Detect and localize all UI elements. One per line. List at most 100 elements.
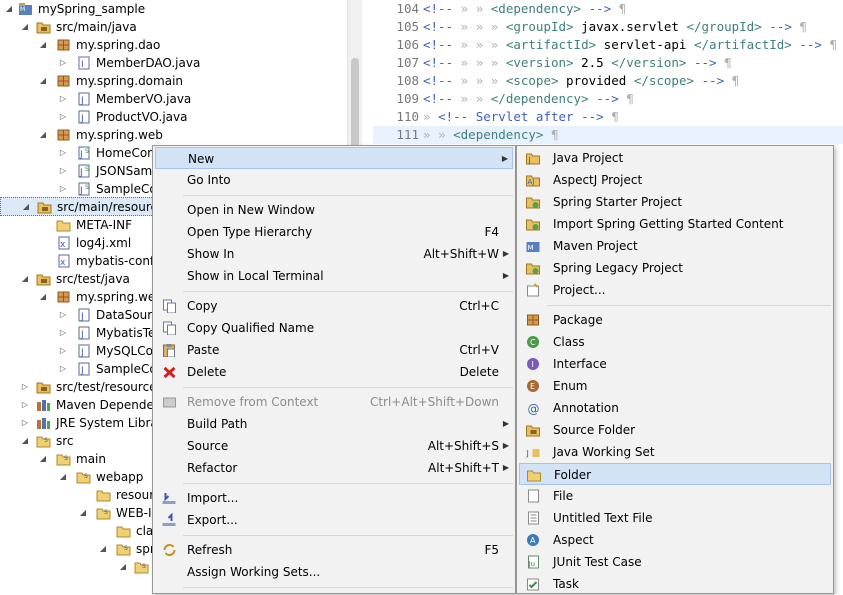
chevron-right-icon[interactable]: ▷ [58,90,68,108]
svg-text:J: J [528,156,531,165]
chevron-down-icon[interactable]: ◢ [21,198,31,216]
tree-item-src-main-java[interactable]: ◢ src/main/java [0,18,362,36]
new-folder[interactable]: Folder [519,463,831,485]
new-class[interactable]: C Class [519,331,831,353]
new-junit-test-case[interactable]: Ju JUnit Test Case [519,551,831,573]
tree-item-package[interactable]: ◢ my.spring.dao [0,36,362,54]
menu-item-show-in[interactable]: Show In Alt+Shift+W ▶ [155,243,513,265]
new-spring-legacy-project[interactable]: Spring Legacy Project [519,257,831,279]
chevron-right-icon[interactable]: ▷ [58,324,68,342]
code-text: <!-- » » » <groupId> javax.servlet </gro… [423,18,807,36]
menu-item-open-in-new-window[interactable]: Open in New Window [155,199,513,221]
menu-item-refresh[interactable]: Refresh F5 [155,539,513,561]
submenu-arrow-icon: ▶ [502,249,509,258]
chevron-down-icon[interactable]: ◢ [4,0,14,18]
chevron-down-icon[interactable]: ◢ [38,72,48,90]
chevron-down-icon[interactable]: ◢ [20,18,30,36]
tree-item-package[interactable]: ◢ my.spring.web [0,126,362,144]
editor-line[interactable]: 105 <!-- » » » <groupId> javax.servlet </… [373,18,843,36]
chevron-down-icon[interactable]: ◢ [20,270,30,288]
editor-line[interactable]: 109 <!-- » » </dependency> --> ¶ [373,90,843,108]
chevron-down-icon[interactable]: ◢ [38,450,48,468]
new-java-working-set[interactable]: J Java Working Set [519,441,831,463]
new-import-spring-getting-started-content[interactable]: Import Spring Getting Started Content [519,213,831,235]
editor-line[interactable]: 107 <!-- » » » <version> 2.5 </version> -… [373,54,843,72]
chevron-right-icon[interactable]: ▷ [58,144,68,162]
chevron-right-icon[interactable]: ▷ [58,108,68,126]
menu-item-copy[interactable]: Copy Ctrl+C [155,295,513,317]
new-submenu: J Java Project AJ AspectJ Project Spring Sta… [516,145,834,594]
editor-line[interactable]: 104 <!-- » » <dependency> --> ¶ [373,0,843,18]
svg-text:Ju: Ju [528,560,536,568]
tree-item-file[interactable]: ▷ I MemberDAO.java [0,54,362,72]
menu-item-assign-working-sets[interactable]: Assign Working Sets... [155,561,513,583]
svg-text:S: S [104,509,108,516]
new-aspectj-project[interactable]: AJ AspectJ Project [519,169,831,191]
menu-item-refactor[interactable]: Refactor Alt+Shift+T ▶ [155,457,513,479]
code-token: servlet-api [603,37,687,52]
new-task[interactable]: Task [519,573,831,595]
code-text: <!-- » » » <artifactId> servlet-api </ar… [423,36,837,54]
chevron-down-icon[interactable]: ◢ [38,126,48,144]
chevron-down-icon[interactable]: ◢ [20,432,30,450]
editor-line[interactable]: 111 » » <dependency> ¶ [373,126,843,144]
menu-item-build-path[interactable]: Build Path ▶ [155,413,513,435]
tree-item-package[interactable]: ◢ my.spring.domain [0,72,362,90]
new-aspect[interactable]: A Aspect [519,529,831,551]
menu-item-show-in-local-terminal[interactable]: Show in Local Terminal ▶ [155,265,513,287]
menu-item-new[interactable]: New ▶ [155,147,513,169]
editor-line[interactable]: 110 » <!-- Servlet after --> ¶ [373,108,843,126]
new-spring-starter-project[interactable]: Spring Starter Project [519,191,831,213]
menu-item-copy-qualified-name[interactable]: Copy Qualified Name [155,317,513,339]
java-file-icon: J [78,92,90,106]
new-enum[interactable]: E Enum [519,375,831,397]
new-source-folder[interactable]: Source Folder [519,419,831,441]
tree-item-project[interactable]: ◢ M mySpring_sample [0,0,362,18]
new-file[interactable]: File [519,485,831,507]
chevron-down-icon[interactable]: ◢ [98,540,108,558]
tree-item-file[interactable]: ▷ J ProductVO.java [0,108,362,126]
chevron-down-icon[interactable]: ◢ [118,558,128,576]
chevron-right-icon[interactable]: ▷ [20,414,30,432]
menu-item-label: Annotation [553,401,619,415]
code-token: <!-- [423,37,454,52]
new-package[interactable]: Package [519,309,831,331]
chevron-down-icon[interactable]: ◢ [58,468,68,486]
new-project[interactable]: Project... [519,279,831,301]
new-java-project[interactable]: J Java Project [519,147,831,169]
folder-icon: S [116,544,131,556]
chevron-down-icon[interactable]: ◢ [38,288,48,306]
chevron-right-icon[interactable]: ▷ [20,396,30,414]
pilcrow-mark: ¶ [799,19,807,34]
menu-item-delete[interactable]: Delete Delete [155,361,513,383]
menu-item-open-type-hierarchy[interactable]: Open Type Hierarchy F4 [155,221,513,243]
menu-item-paste[interactable]: Paste Ctrl+V [155,339,513,361]
chevron-down-icon[interactable]: ◢ [78,504,88,522]
chevron-right-icon[interactable]: ▷ [20,378,30,396]
spring-java-file-icon: JS [78,164,90,178]
pilcrow-mark: ¶ [611,109,619,124]
editor-line[interactable]: 106 <!-- » » » <artifactId> servlet-api <… [373,36,843,54]
import-icon [162,493,176,504]
svg-text:S: S [84,473,88,480]
new-interface[interactable]: I Interface [519,353,831,375]
chevron-right-icon[interactable]: ▷ [58,360,68,378]
chevron-right-icon[interactable]: ▷ [58,162,68,180]
menu-item-label: Build Path [187,417,248,431]
folder-icon: S [96,508,111,520]
menu-item-go-into[interactable]: Go Into [155,169,513,191]
chevron-right-icon[interactable]: ▷ [58,306,68,324]
new-maven-project[interactable]: M Maven Project [519,235,831,257]
chevron-down-icon[interactable]: ◢ [38,36,48,54]
chevron-right-icon[interactable]: ▷ [58,180,68,198]
chevron-right-icon[interactable]: ▷ [58,54,68,72]
new-untitled-text-file[interactable]: Untitled Text File [519,507,831,529]
editor-line[interactable]: 108 <!-- » » » <scope> provided </scope> … [373,72,843,90]
menu-item-source[interactable]: Source Alt+Shift+S ▶ [155,435,513,457]
tree-item-file[interactable]: ▷ J MemberVO.java [0,90,362,108]
java-project-icon: J [526,153,540,165]
menu-item-export[interactable]: Export... [155,509,513,531]
chevron-right-icon[interactable]: ▷ [58,342,68,360]
menu-item-import[interactable]: Import... [155,487,513,509]
new-annotation[interactable]: @ Annotation [519,397,831,419]
